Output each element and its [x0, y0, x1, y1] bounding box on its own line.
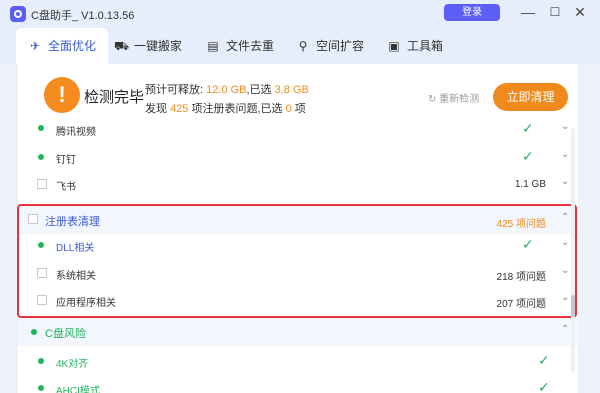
tab-file-dedupe[interactable]: ▤ 文件去重 [206, 28, 274, 64]
status-dot [38, 385, 44, 391]
tab-toolbox[interactable]: ▣ 工具箱 [387, 28, 443, 64]
item-label: 钉钉 [56, 155, 76, 166]
scrollbar-thumb[interactable] [571, 295, 575, 317]
release-size: 12.0 GB [206, 84, 247, 96]
list-item-dingding[interactable]: 钉钉 ✓ ⌄ [18, 143, 578, 171]
section-c-drive-risk[interactable]: C盘风险 ⌃ [18, 318, 578, 346]
checkmark-icon: ✓ [522, 121, 534, 136]
status-dot [38, 125, 44, 131]
scrollbar-track[interactable] [571, 128, 575, 373]
list-item-tencent-video[interactable]: 腾讯视频 ✓ ⌄ [18, 121, 578, 139]
chevron-up-icon[interactable]: ⌃ [561, 324, 569, 335]
item-label: 飞书 [56, 182, 76, 193]
tab-full-optimize[interactable]: ✈ 全面优化 [16, 28, 109, 64]
registry-issue-line: 发现 425 项注册表问题,已选 0 项 [145, 103, 306, 115]
minimize-icon[interactable]: — [519, 3, 537, 21]
tab-label: 一键搬家 [134, 39, 183, 53]
item-checkbox[interactable] [37, 179, 47, 189]
tab-label: 工具箱 [407, 39, 444, 53]
section-label: C盘风险 [45, 328, 86, 340]
chevron-down-icon[interactable]: ⌄ [561, 149, 569, 160]
file-icon: ▤ [207, 39, 219, 53]
item-label: 4K对齐 [56, 359, 89, 370]
recheck-button[interactable]: ↻ 重新检测 [428, 90, 479, 105]
network-icon: ⚲ [298, 39, 308, 53]
release-estimate-line: 预计可释放: 12.0 GB,已选 3.8 GB [145, 84, 309, 96]
tab-label: 全面优化 [48, 39, 97, 53]
status-dot [38, 154, 44, 160]
clean-now-button[interactable]: 立即清理 [493, 83, 568, 111]
item-size: 1.1 GB [514, 179, 546, 190]
list-item-feishu[interactable]: 飞书 1.1 GB ⌄ [18, 170, 578, 198]
tab-one-click-move[interactable]: ⛟ 一键搬家 [114, 28, 182, 64]
title-bar: C盘助手_ V1.0.13.56 登录 — ☐ ✕ [0, 0, 600, 28]
item-label: AHCI模式 [56, 386, 100, 393]
registry-issue-count: 425 [170, 103, 189, 115]
list-item-4k-align[interactable]: 4K对齐 ✓ [18, 347, 578, 375]
app-title: C盘助手_ V1.0.13.56 [31, 10, 135, 22]
chevron-down-icon[interactable]: ⌄ [561, 121, 569, 132]
selected-issue-count: 0 [285, 103, 292, 115]
highlight-box [17, 204, 577, 318]
tab-label: 文件去重 [226, 39, 275, 53]
refresh-icon: ↻ [428, 94, 437, 105]
app-logo-icon [10, 6, 26, 22]
tab-bar: ✈ 全面优化 ⛟ 一键搬家 ▤ 文件去重 ⚲ 空间扩容 ▣ 工具箱 [0, 28, 600, 64]
truck-icon: ⛟ [114, 39, 130, 53]
tab-label: 空间扩容 [316, 39, 365, 53]
checkmark-icon: ✓ [522, 148, 534, 164]
summary-title: 检测完毕 [84, 89, 145, 106]
toolbox-icon: ▣ [388, 39, 400, 53]
warning-icon: ! [44, 77, 80, 113]
scan-summary-panel: ! 检测完毕 预计可释放: 12.0 GB,已选 3.8 GB 发现 425 项… [18, 64, 578, 128]
status-dot [38, 358, 44, 364]
maximize-icon[interactable]: ☐ [546, 3, 564, 21]
list-item-ahci[interactable]: AHCI模式 ✓ [18, 375, 578, 393]
rocket-icon: ✈ [29, 39, 41, 53]
chevron-down-icon[interactable]: ⌄ [561, 176, 569, 187]
tab-space-expand[interactable]: ⚲ 空间扩容 [296, 28, 364, 64]
checkmark-icon: ✓ [538, 379, 550, 393]
checkmark-icon: ✓ [538, 352, 550, 368]
item-label: 腾讯视频 [56, 127, 96, 138]
close-icon[interactable]: ✕ [571, 3, 589, 21]
status-dot [31, 329, 37, 335]
selected-size: 3.8 GB [274, 84, 309, 96]
login-button[interactable]: 登录 [444, 4, 500, 21]
